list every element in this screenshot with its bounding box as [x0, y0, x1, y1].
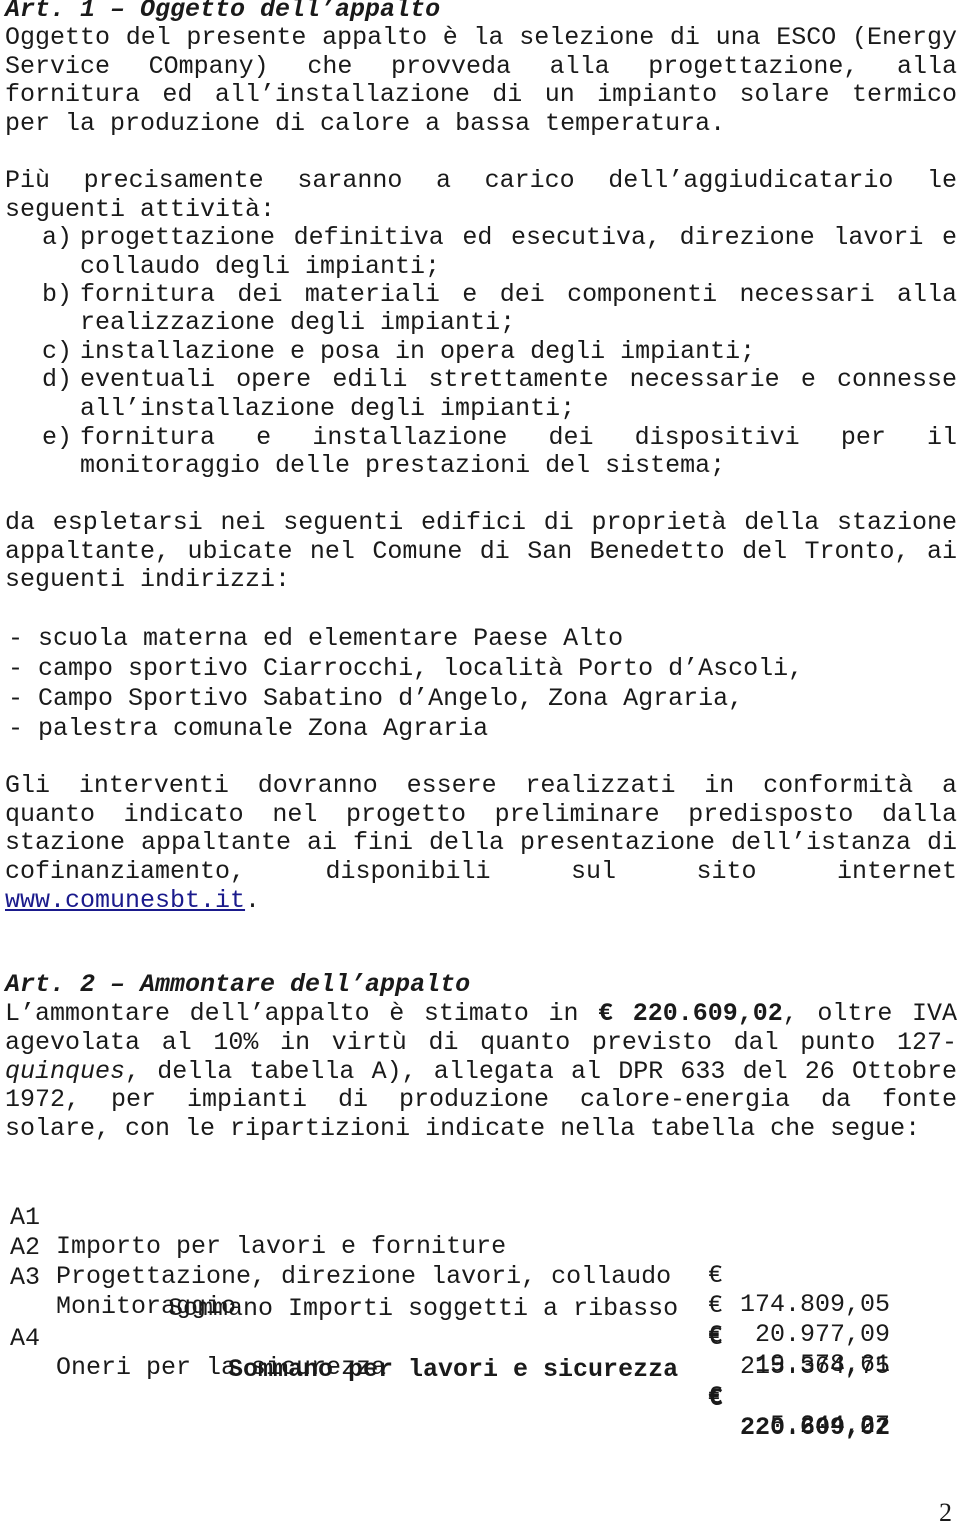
- text-line: solare, con le ripartizioni indicate nel…: [5, 1114, 921, 1143]
- row-amount: 220.609,02: [739, 1413, 890, 1442]
- table-row: A4 Oneri per la sicurezza € 5.244,27: [10, 1295, 890, 1440]
- address-item: - scuola materna ed elementare Paese Alt…: [8, 624, 624, 653]
- address-item: - campo sportivo Ciarrocchi, località Po…: [8, 654, 804, 683]
- text-line: quanto indicato nel progetto preliminare…: [5, 800, 957, 829]
- activity-text: monitoraggio delle prestazioni del siste…: [80, 451, 726, 480]
- text-span: , oltre IVA: [782, 999, 957, 1028]
- website-link[interactable]: www.comunesbt.it: [5, 886, 245, 915]
- article-1-title: Art. 1 – Oggetto dell’appalto: [5, 0, 441, 24]
- article-2-title-text: Art. 2 – Ammontare dell’appalto: [5, 970, 471, 999]
- activity-label: d): [42, 365, 73, 394]
- text-line: seguenti indirizzi:: [5, 565, 291, 594]
- text-line: appaltante, ubicate nel Comune di San Be…: [5, 537, 957, 566]
- activity-text: collaudo degli impianti;: [80, 252, 441, 281]
- row-amount: 215.364,75: [739, 1352, 890, 1381]
- table-row: A2 Progettazione, direzione lavori, coll…: [10, 1204, 890, 1349]
- text-line: seguenti attività:: [5, 195, 276, 224]
- text-line: stazione appaltante ai fini della presen…: [5, 828, 957, 857]
- text-line: L’ammontare dell’appalto è stimato in € …: [5, 1000, 957, 1028]
- table-row-subtotal: Sommano Importi soggetti a ribasso € 215…: [10, 1265, 890, 1381]
- text-line: fornitura ed all’installazione di un imp…: [5, 80, 957, 109]
- activity-text: realizzazione degli impianti;: [80, 308, 516, 337]
- text-line: 1972, per impianti di produzione calore-…: [5, 1085, 957, 1114]
- article-2-title: Art. 2 – Ammontare dell’appalto: [5, 971, 470, 999]
- text-span: , della tabella A), allegata al DPR 633 …: [125, 1057, 957, 1086]
- activity-text: fornitura dei materiali e dei componenti…: [80, 280, 957, 309]
- total-amount: € 220.609,02: [598, 999, 783, 1028]
- activity-text: fornitura e installazione dei dispositiv…: [80, 423, 957, 452]
- italic-term: quinques: [5, 1057, 126, 1086]
- activity-text: all’installazione degli impianti;: [80, 394, 576, 423]
- activity-text: installazione e posa in opera degli impi…: [80, 337, 756, 366]
- text-line: da espletarsi nei seguenti edifici di pr…: [5, 508, 957, 537]
- text-span: L’ammontare dell’appalto è stimato in: [5, 999, 579, 1028]
- text-line: per la produzione di calore a bassa temp…: [5, 109, 726, 138]
- text-line: Gli interventi dovranno essere realizzat…: [5, 771, 957, 800]
- address-item: - palestra comunale Zona Agraria: [8, 714, 489, 743]
- activity-label: c): [42, 337, 73, 366]
- text-line: Oggetto del presente appalto è la selezi…: [5, 23, 957, 52]
- text-line: www.comunesbt.it.: [5, 887, 260, 915]
- period: .: [245, 886, 261, 915]
- row-description: Sommano per lavori e sicurezza: [228, 1355, 679, 1384]
- text-line: agevolata al 10% in virtù di quanto prev…: [5, 1028, 957, 1057]
- activity-text: eventuali opere edili strettamente neces…: [80, 365, 957, 394]
- text-line: Più precisamente saranno a carico dell’a…: [5, 166, 957, 195]
- activity-text: progettazione definitiva ed esecutiva, d…: [80, 223, 957, 252]
- text-line: Service COmpany) che provveda alla proge…: [5, 52, 957, 81]
- activity-label: e): [42, 423, 73, 452]
- activity-label: a): [42, 223, 73, 252]
- table-row-total: Sommano per lavori e sicurezza € 220.609…: [10, 1326, 890, 1442]
- text-line: cofinanziamento, disponibili sul sito in…: [5, 857, 957, 886]
- text-line: quinques, della tabella A), allegata al …: [5, 1058, 957, 1086]
- table-row: A1 Importo per lavori e forniture € 174.…: [10, 1174, 890, 1319]
- euro-symbol: €: [708, 1384, 724, 1413]
- table-row: A3 Monitoraggio € 19.578,61: [10, 1234, 890, 1379]
- activity-label: b): [42, 280, 73, 309]
- address-item: - Campo Sportivo Sabatino d’Angelo, Zona…: [8, 684, 744, 713]
- page-number: 2: [939, 1498, 952, 1527]
